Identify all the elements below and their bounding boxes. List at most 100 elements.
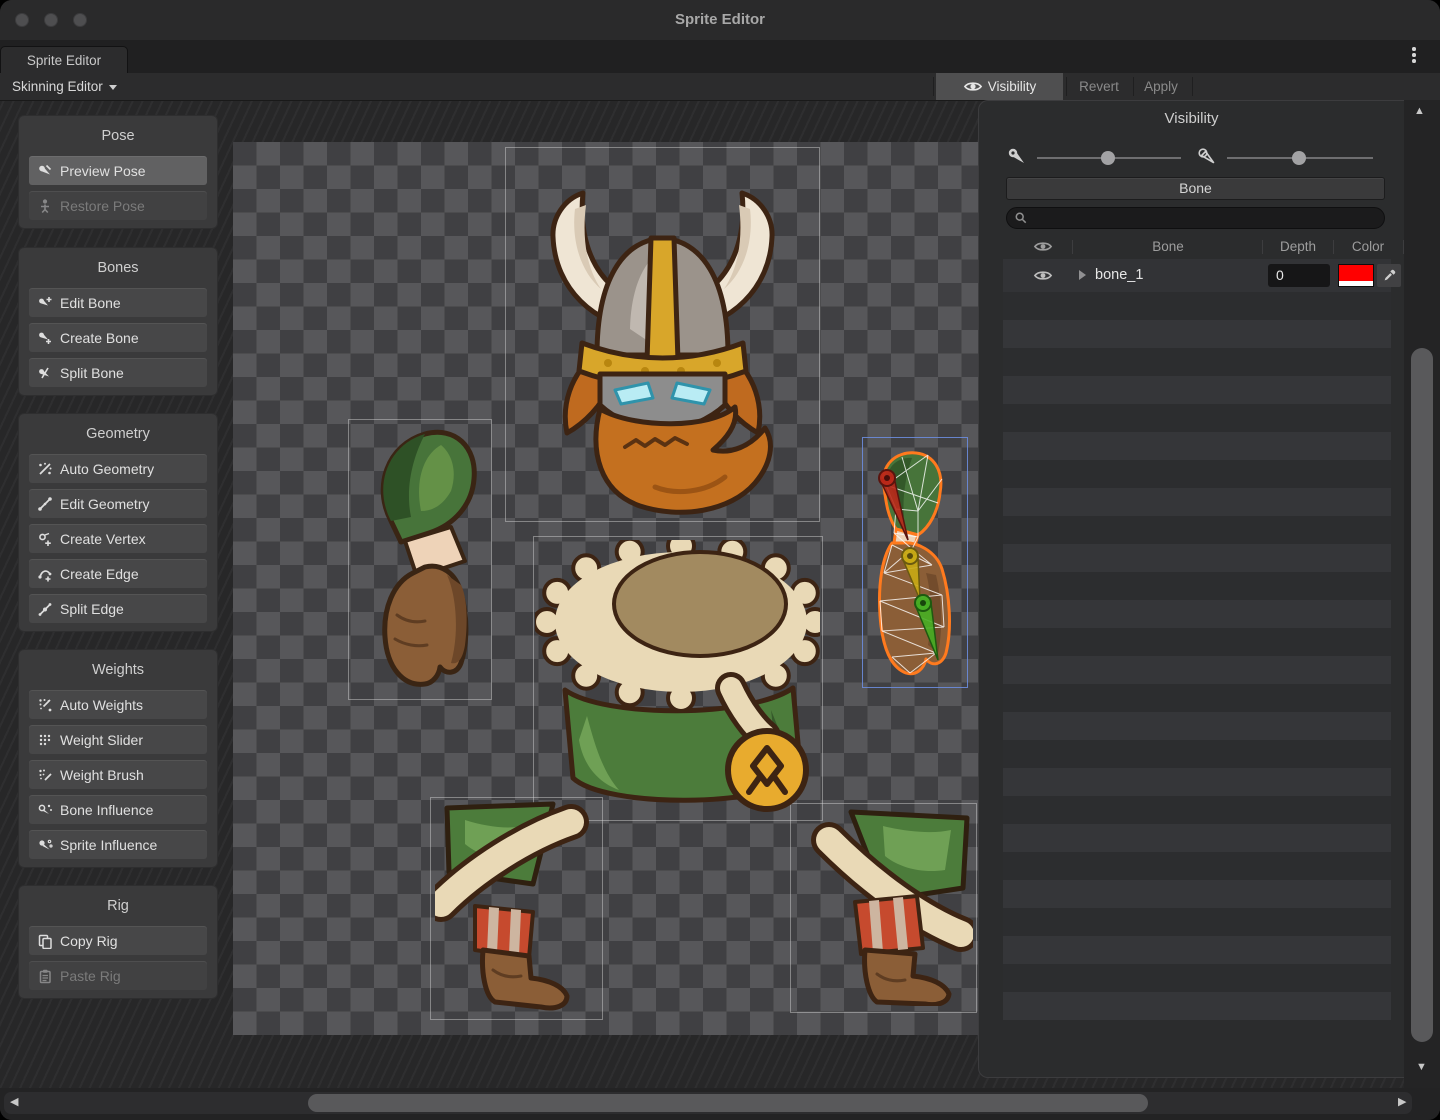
mode-label: Skinning Editor bbox=[12, 79, 103, 94]
scroll-up-arrow[interactable]: ▲ bbox=[1414, 106, 1425, 117]
eye-icon[interactable] bbox=[1033, 269, 1053, 282]
empty-list-row bbox=[1003, 572, 1391, 600]
empty-list-row bbox=[1003, 488, 1391, 516]
eyedropper-button[interactable] bbox=[1377, 264, 1401, 287]
paste-rig-button[interactable]: Paste Rig bbox=[29, 961, 207, 990]
header-bone[interactable]: Bone bbox=[1093, 235, 1243, 259]
header-depth[interactable]: Depth bbox=[1267, 235, 1329, 259]
bone-outline-icon bbox=[1197, 147, 1217, 167]
apply-button[interactable]: Apply bbox=[1136, 73, 1186, 100]
group-title-weights: Weights bbox=[29, 658, 207, 682]
empty-list-row bbox=[1003, 292, 1391, 320]
empty-list-row bbox=[1003, 320, 1391, 348]
weight-slider-button[interactable]: Weight Slider bbox=[29, 725, 207, 754]
search-input[interactable] bbox=[1006, 207, 1385, 229]
horizontal-scrollbar-thumb[interactable] bbox=[308, 1094, 1148, 1112]
viking-left-leg-sprite[interactable] bbox=[435, 800, 600, 1015]
window-title: Sprite Editor bbox=[0, 0, 1440, 40]
eye-icon bbox=[1033, 240, 1053, 253]
weight-brush-button[interactable]: Weight Brush bbox=[29, 760, 207, 789]
group-pose: PosePreview PoseRestore Pose bbox=[18, 115, 218, 229]
empty-list-row bbox=[1003, 628, 1391, 656]
sprite-influence-label: Sprite Influence bbox=[60, 837, 157, 853]
sprite-influence-button[interactable]: Sprite Influence bbox=[29, 830, 207, 859]
header-separator bbox=[1333, 240, 1334, 254]
viking-arm-selected-sprite[interactable] bbox=[866, 445, 966, 685]
empty-list-row bbox=[1003, 432, 1391, 460]
group-title-bones: Bones bbox=[29, 256, 207, 280]
sprite-influence-icon bbox=[37, 837, 53, 853]
empty-list-row bbox=[1003, 992, 1391, 1020]
scroll-left-arrow[interactable]: ◀ bbox=[10, 1097, 18, 1108]
skinning-editor-dropdown[interactable]: Skinning Editor bbox=[6, 73, 123, 100]
split-bone-button[interactable]: Split Bone bbox=[29, 358, 207, 387]
bone-influence-button[interactable]: Bone Influence bbox=[29, 795, 207, 824]
visibility-panel-title: Visibility bbox=[979, 110, 1404, 127]
vertical-scrollbar-thumb[interactable] bbox=[1411, 348, 1433, 1042]
empty-list-row bbox=[1003, 656, 1391, 684]
bone-filled-icon bbox=[1007, 147, 1027, 167]
edit-geometry-icon bbox=[37, 496, 53, 512]
group-geometry: GeometryAuto GeometryEdit GeometryCreate… bbox=[18, 413, 218, 632]
empty-list-row bbox=[1003, 740, 1391, 768]
bone-opacity-slider-knob[interactable] bbox=[1101, 151, 1115, 165]
edit-bone-button[interactable]: Edit Bone bbox=[29, 288, 207, 317]
tab-bone[interactable]: Bone bbox=[1006, 177, 1385, 200]
preview-pose-label: Preview Pose bbox=[60, 163, 146, 179]
weight-slider-icon bbox=[37, 732, 53, 748]
scroll-down-arrow[interactable]: ▼ bbox=[1416, 1062, 1427, 1073]
mesh-opacity-slider-knob[interactable] bbox=[1292, 151, 1306, 165]
copy-rig-button[interactable]: Copy Rig bbox=[29, 926, 207, 955]
create-vertex-label: Create Vertex bbox=[60, 531, 146, 547]
create-bone-button[interactable]: Create Bone bbox=[29, 323, 207, 352]
header-color[interactable]: Color bbox=[1337, 235, 1399, 259]
viking-right-leg-sprite[interactable] bbox=[793, 806, 973, 1006]
auto-geometry-icon bbox=[37, 461, 53, 477]
bone-influence-icon bbox=[37, 802, 53, 818]
preview-pose-button[interactable]: Preview Pose bbox=[29, 156, 207, 185]
revert-button[interactable]: Revert bbox=[1068, 73, 1130, 100]
create-edge-button[interactable]: Create Edge bbox=[29, 559, 207, 588]
split-edge-label: Split Edge bbox=[60, 601, 124, 617]
group-rig: RigCopy RigPaste Rig bbox=[18, 885, 218, 999]
viking-torso-sprite[interactable] bbox=[535, 540, 820, 820]
toolbar: Skinning Editor Visibility Revert Apply bbox=[0, 73, 1440, 101]
header-separator bbox=[1072, 240, 1073, 254]
edit-geometry-button[interactable]: Edit Geometry bbox=[29, 489, 207, 518]
empty-list-row bbox=[1003, 348, 1391, 376]
auto-weights-button[interactable]: Auto Weights bbox=[29, 690, 207, 719]
expand-triangle-icon[interactable] bbox=[1079, 270, 1086, 280]
kebab-menu-icon[interactable] bbox=[1408, 45, 1420, 69]
visibility-toggle-button[interactable]: Visibility bbox=[936, 73, 1063, 100]
split-edge-icon bbox=[37, 601, 53, 617]
empty-list-row bbox=[1003, 936, 1391, 964]
swatch-alpha-bar bbox=[1339, 281, 1373, 286]
depth-field[interactable]: 0 bbox=[1268, 264, 1330, 287]
create-bone-label: Create Bone bbox=[60, 330, 139, 346]
weight-brush-label: Weight Brush bbox=[60, 767, 144, 783]
empty-list-row bbox=[1003, 376, 1391, 404]
restore-pose-button[interactable]: Restore Pose bbox=[29, 191, 207, 220]
auto-geometry-button[interactable]: Auto Geometry bbox=[29, 454, 207, 483]
empty-list-row bbox=[1003, 852, 1391, 880]
tab-sprite-editor[interactable]: Sprite Editor bbox=[0, 46, 128, 73]
split-edge-button[interactable]: Split Edge bbox=[29, 594, 207, 623]
empty-list-row bbox=[1003, 964, 1391, 992]
bone-row[interactable]: bone_1 0 bbox=[1003, 259, 1391, 292]
paste-rig-icon bbox=[37, 968, 53, 984]
create-vertex-button[interactable]: Create Vertex bbox=[29, 524, 207, 553]
bone-influence-label: Bone Influence bbox=[60, 802, 153, 818]
viking-arm-sprite[interactable] bbox=[355, 425, 485, 695]
bone-table-header: Bone Depth Color bbox=[1003, 235, 1391, 260]
restore-pose-icon bbox=[37, 198, 53, 214]
preview-pose-icon bbox=[37, 163, 53, 179]
viking-head-sprite[interactable] bbox=[505, 147, 820, 522]
create-edge-icon bbox=[37, 566, 53, 582]
empty-list-row bbox=[1003, 404, 1391, 432]
weight-brush-icon bbox=[37, 767, 53, 783]
group-bones: Bones Edit Bone Create Bone Split Bone bbox=[18, 247, 218, 396]
copy-rig-label: Copy Rig bbox=[60, 933, 118, 949]
bone-color-swatch[interactable] bbox=[1338, 264, 1374, 287]
scroll-right-arrow[interactable]: ▶ bbox=[1398, 1097, 1406, 1108]
edit-geometry-label: Edit Geometry bbox=[60, 496, 149, 512]
